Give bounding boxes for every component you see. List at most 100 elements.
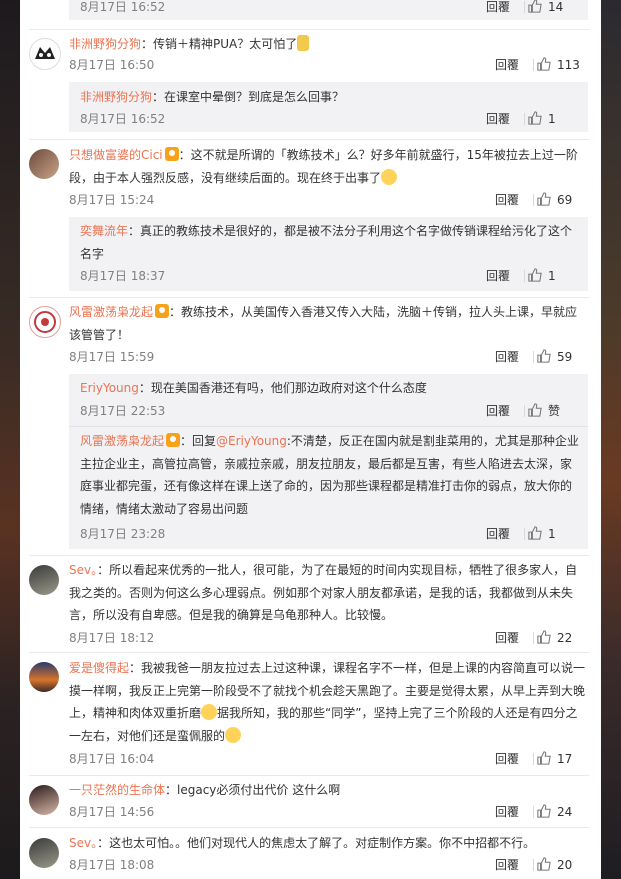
like-count: 22 bbox=[557, 631, 573, 645]
reply-button[interactable]: 回覆 bbox=[495, 55, 519, 75]
comment-date: 8月17日 16:52 bbox=[80, 112, 166, 126]
thumbs-up-icon bbox=[537, 57, 551, 71]
like-count: 14 bbox=[548, 0, 564, 14]
username[interactable]: 非洲野狗分狗 bbox=[69, 37, 141, 51]
like-button[interactable]: 20 bbox=[537, 855, 589, 875]
reply-button[interactable]: 回覆 bbox=[486, 0, 510, 17]
username[interactable]: 非洲野狗分狗 bbox=[80, 90, 152, 104]
divider bbox=[29, 139, 589, 140]
divider bbox=[29, 555, 589, 556]
comment-meta: 8月17日 16:04 回覆 17 bbox=[69, 749, 589, 769]
thumbs-up-icon bbox=[537, 857, 551, 871]
reply-box: 非洲野狗分狗：在课室中晕倒？到底是怎么回事？ 8月17日 16:52 回覆 1 bbox=[69, 82, 588, 132]
reply-button[interactable]: 回覆 bbox=[495, 855, 519, 875]
comment-text: Sev。：这也太可怕。。他们对现代人的焦虑太了解了。对症制作方案。你不中招都不行… bbox=[69, 832, 589, 855]
reply-button[interactable]: 回覆 bbox=[486, 266, 510, 286]
like-button[interactable]: 14 bbox=[528, 0, 580, 17]
username[interactable]: 只想做富婆的Cici bbox=[69, 148, 163, 162]
reply-button[interactable]: 回覆 bbox=[495, 749, 519, 769]
divider bbox=[533, 351, 534, 363]
reply-button[interactable]: 回覆 bbox=[495, 802, 519, 822]
reply-button[interactable]: 回覆 bbox=[486, 401, 510, 421]
divider bbox=[524, 113, 525, 125]
like-button[interactable]: 69 bbox=[537, 190, 589, 210]
comment-date: 8月17日 16:50 bbox=[69, 58, 155, 72]
username[interactable]: EriyYoung bbox=[80, 381, 139, 395]
comment-meta: 8月17日 23:28 回覆 1 bbox=[80, 524, 580, 544]
like-button[interactable]: 17 bbox=[537, 749, 589, 769]
thumbs-up-icon bbox=[537, 630, 551, 644]
like-button[interactable]: 113 bbox=[537, 55, 589, 75]
like-count: 17 bbox=[557, 752, 573, 766]
reply-button[interactable]: 回覆 bbox=[486, 524, 510, 544]
thumbs-up-icon bbox=[537, 751, 551, 765]
emoji-icon bbox=[225, 726, 242, 743]
like-count: 20 bbox=[557, 858, 573, 872]
avatar[interactable] bbox=[29, 38, 61, 70]
like-button[interactable]: 赞 bbox=[528, 401, 580, 421]
divider bbox=[524, 528, 525, 540]
divider bbox=[533, 859, 534, 871]
reply-box: 8月17日 16:52 回覆 14 bbox=[69, 0, 588, 20]
username[interactable]: 一只茫然的生命体 bbox=[69, 783, 165, 797]
comment-meta: 8月17日 16:52 回覆 14 bbox=[80, 0, 580, 17]
like-button[interactable]: 22 bbox=[537, 628, 589, 648]
avatar[interactable] bbox=[29, 306, 61, 338]
comment-meta: 8月17日 16:52 回覆 1 bbox=[80, 109, 580, 129]
divider bbox=[524, 1, 525, 13]
like-button[interactable]: 1 bbox=[528, 524, 580, 544]
comment-date: 8月17日 16:04 bbox=[69, 752, 155, 766]
comment-meta: 8月17日 15:24 回覆 69 bbox=[69, 190, 589, 210]
like-button[interactable]: 24 bbox=[537, 802, 589, 822]
reply-text: 奕舞流年：真正的教练技术是很好的，都是被不法分子利用这个名字做传销课程给污化了这… bbox=[80, 220, 580, 265]
like-button[interactable]: 59 bbox=[537, 347, 589, 367]
thumbs-up-icon bbox=[528, 526, 542, 540]
reply-button[interactable]: 回覆 bbox=[495, 628, 519, 648]
avatar[interactable] bbox=[29, 785, 59, 815]
comment-body: ：这也太可怕。。他们对现代人的焦虑太了解了。对症制作方案。你不中招都不行。 bbox=[97, 836, 536, 850]
comment-date: 8月17日 14:56 bbox=[69, 805, 155, 819]
username[interactable]: Sev。 bbox=[69, 563, 97, 577]
reply-text: 风雷激荡枭龙起 ：回复@EriyYoung:不清楚，反正在国内就是割韭菜用的，尤其… bbox=[80, 430, 580, 520]
divider bbox=[29, 297, 589, 298]
comment-date: 8月17日 18:12 bbox=[69, 631, 155, 645]
avatar[interactable] bbox=[29, 565, 59, 595]
reply-button[interactable]: 回覆 bbox=[495, 347, 519, 367]
like-button[interactable]: 1 bbox=[528, 266, 580, 286]
comment-body: ：所以看起来优秀的一批人，很可能，为了在最短的时间内实现目标，牺牲了很多家人，自… bbox=[69, 563, 578, 622]
reply-text: EriyYoung：现在美国香港还有吗，他们那边政府对这个什么态度 bbox=[80, 377, 580, 400]
like-button[interactable]: 1 bbox=[528, 109, 580, 129]
username[interactable]: 风雷激荡枭龙起 bbox=[69, 305, 153, 319]
username[interactable]: 爱是傻得起 bbox=[69, 661, 129, 675]
mention-link[interactable]: @EriyYoung bbox=[216, 434, 287, 448]
divider bbox=[29, 827, 589, 828]
background-right bbox=[601, 0, 621, 879]
thumbs-up-icon bbox=[528, 0, 542, 13]
like-count: 59 bbox=[557, 350, 573, 364]
like-count: 1 bbox=[548, 112, 556, 126]
reply-text: 非洲野狗分狗：在课室中晕倒？到底是怎么回事？ bbox=[80, 86, 580, 109]
comment-body: ：legacy必须付出代价 这什么啊 bbox=[165, 783, 341, 797]
avatar[interactable] bbox=[29, 149, 59, 179]
comment-meta: 8月17日 16:50 回覆 113 bbox=[69, 55, 589, 75]
thumbs-up-icon bbox=[528, 268, 542, 282]
reply-box: EriyYoung：现在美国香港还有吗，他们那边政府对这个什么态度 8月17日 … bbox=[69, 374, 588, 549]
reply-button[interactable]: 回覆 bbox=[495, 190, 519, 210]
divider bbox=[533, 753, 534, 765]
comment-panel: 8月17日 16:52 回覆 14 非洲野狗分狗：传销＋精神PUA？太可怕了 8… bbox=[20, 0, 601, 879]
comment-date: 8月17日 18:08 bbox=[69, 858, 155, 872]
vip-badge-icon bbox=[155, 304, 170, 318]
username[interactable]: 风雷激荡枭龙起 bbox=[80, 434, 164, 448]
username[interactable]: Sev。 bbox=[69, 836, 97, 850]
vip-badge-icon bbox=[166, 433, 181, 447]
comment-date: 8月17日 22:53 bbox=[80, 404, 166, 418]
username[interactable]: 奕舞流年 bbox=[80, 224, 128, 238]
avatar[interactable] bbox=[29, 662, 59, 692]
thumbs-up-icon bbox=[537, 349, 551, 363]
avatar[interactable] bbox=[29, 838, 59, 868]
divider bbox=[533, 806, 534, 818]
reply-button[interactable]: 回覆 bbox=[486, 109, 510, 129]
comment-text: 只想做富婆的Cici ：这不就是所谓的「教练技术」么？好多年前就盛行，15年被拉去… bbox=[69, 144, 589, 189]
emoji-icon bbox=[297, 35, 310, 51]
thumbs-up-icon bbox=[528, 403, 542, 417]
